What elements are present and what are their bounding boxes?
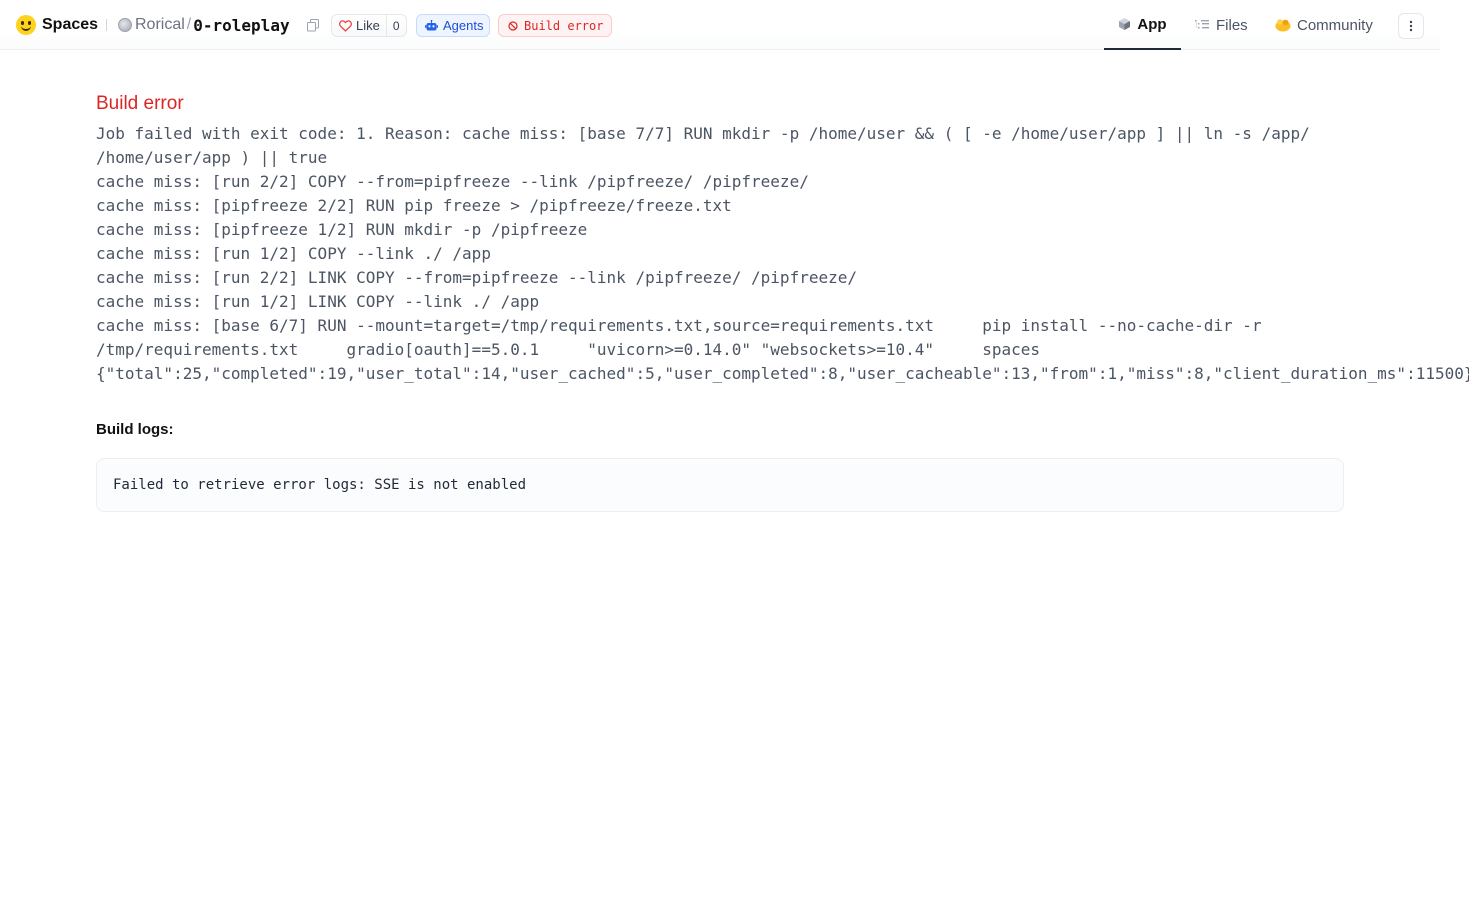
error-line: Job failed with exit code: 1. Reason: ca… bbox=[96, 124, 1310, 143]
build-logs-text: Failed to retrieve error logs: SSE is no… bbox=[113, 477, 527, 493]
build-logs-title: Build logs: bbox=[96, 421, 174, 438]
error-line: cache miss: [pipfreeze 1/2] RUN mkdir -p… bbox=[96, 220, 588, 239]
error-line: cache miss: [run 2/2] LINK COPY --from=p… bbox=[96, 268, 857, 287]
breadcrumb-separator: / bbox=[186, 16, 192, 33]
top-header: Spaces Rorical / 0-roleplay Like 0 Agent… bbox=[0, 0, 1440, 50]
agents-button[interactable]: Agents bbox=[416, 14, 490, 37]
error-line: cache miss: [run 1/2] LINK COPY --link .… bbox=[96, 292, 540, 311]
spaces-brand-link[interactable]: Spaces bbox=[16, 14, 98, 36]
heart-icon bbox=[339, 19, 352, 32]
build-error-panel: Build error Job failed with exit code: 1… bbox=[96, 92, 1469, 386]
error-title: Build error bbox=[96, 93, 184, 114]
copy-icon[interactable] bbox=[307, 19, 319, 32]
error-line: /tmp/requirements.txt gradio[oauth]==5.0… bbox=[96, 340, 1041, 359]
community-icon bbox=[1275, 19, 1291, 32]
more-options-button[interactable] bbox=[1398, 13, 1424, 39]
error-message: Job failed with exit code: 1. Reason: ca… bbox=[96, 122, 1469, 386]
build-status-badge[interactable]: Build error bbox=[498, 14, 612, 37]
tab-app-label: App bbox=[1137, 15, 1167, 33]
error-line: cache miss: [run 1/2] COPY --link ./ /ap… bbox=[96, 244, 491, 263]
like-label: Like bbox=[356, 18, 380, 33]
agents-label: Agents bbox=[443, 18, 484, 33]
build-logs-box: Failed to retrieve error logs: SSE is no… bbox=[96, 458, 1344, 512]
tab-community-label: Community bbox=[1297, 16, 1373, 34]
like-count[interactable]: 0 bbox=[385, 15, 406, 36]
breadcrumb: Rorical / 0-roleplay bbox=[118, 15, 290, 35]
error-line: {"total":25,"completed":19,"user_total":… bbox=[96, 364, 1469, 383]
owner-link[interactable]: Rorical bbox=[135, 16, 185, 34]
repo-name-link[interactable]: 0-roleplay bbox=[193, 16, 289, 35]
like-button[interactable]: Like 0 bbox=[331, 14, 407, 37]
brand-label: Spaces bbox=[42, 16, 99, 33]
tab-files-label: Files bbox=[1216, 16, 1248, 34]
tab-files[interactable]: Files bbox=[1195, 0, 1248, 50]
build-status-label: Build error bbox=[524, 18, 604, 33]
error-line: /home/user/app ) || true bbox=[96, 148, 328, 167]
files-icon bbox=[1195, 20, 1209, 29]
vertical-dots-icon bbox=[1409, 20, 1413, 32]
error-circle-icon bbox=[508, 20, 518, 31]
robot-icon bbox=[425, 19, 438, 30]
tab-app[interactable]: App bbox=[1104, 0, 1181, 50]
error-line: cache miss: [base 6/7] RUN --mount=targe… bbox=[96, 316, 1262, 335]
hugging-face-logo-icon bbox=[16, 15, 36, 35]
error-line: cache miss: [run 2/2] COPY --from=pipfre… bbox=[96, 172, 809, 191]
tab-community[interactable]: Community bbox=[1275, 0, 1373, 50]
error-line: cache miss: [pipfreeze 2/2] RUN pip free… bbox=[96, 196, 732, 215]
cube-icon bbox=[1119, 18, 1131, 30]
owner-avatar[interactable] bbox=[118, 18, 132, 32]
header-divider bbox=[106, 19, 107, 31]
